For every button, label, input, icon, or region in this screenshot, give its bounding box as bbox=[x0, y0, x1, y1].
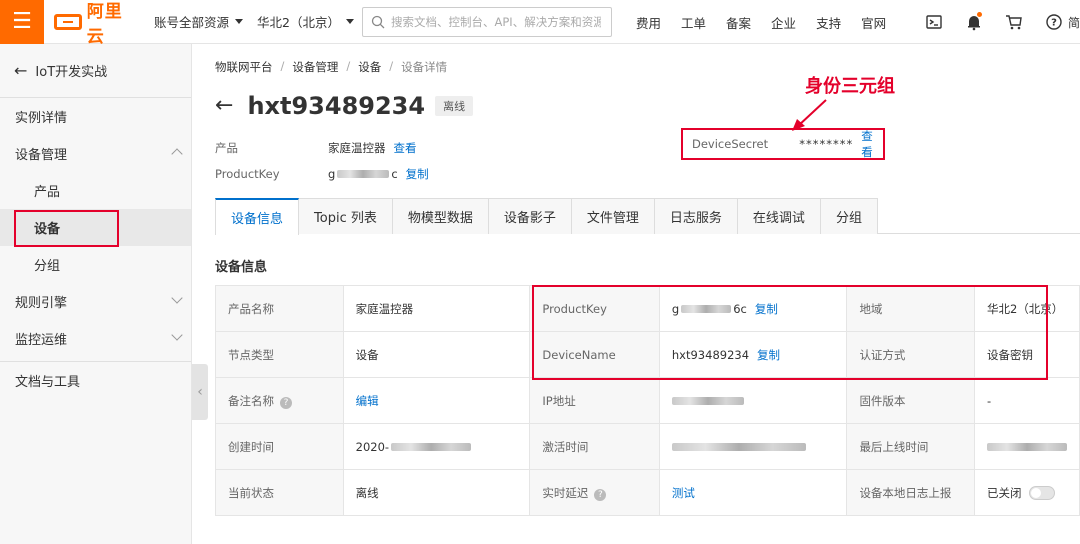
meta-product: 产品 家庭温控器 查看 bbox=[215, 140, 417, 156]
back-arrow-icon[interactable]: ← bbox=[215, 95, 233, 117]
tab-online-debug[interactable]: 在线调试 bbox=[737, 198, 821, 234]
terminal-button[interactable] bbox=[914, 0, 954, 44]
breadcrumb: 物联网平台 / 设备管理 / 设备 / 设备详情 bbox=[215, 59, 448, 75]
menu-button[interactable]: ☰ bbox=[0, 0, 44, 44]
masked-value bbox=[671, 443, 806, 451]
chevron-down-icon bbox=[171, 292, 183, 304]
tab-file-management[interactable]: 文件管理 bbox=[571, 198, 655, 234]
notification-button[interactable] bbox=[954, 0, 994, 44]
sidebar-item-docs-tools[interactable]: 文档与工具 bbox=[0, 362, 191, 399]
top-icons: ? bbox=[914, 0, 1074, 44]
hamburger-icon: ☰ bbox=[12, 8, 32, 34]
back-arrow-icon: ← bbox=[14, 61, 28, 80]
annotation-identity-triplet: 身份三元组 bbox=[805, 76, 895, 97]
view-product-link[interactable]: 查看 bbox=[394, 140, 417, 156]
local-log-toggle[interactable] bbox=[1029, 486, 1056, 500]
table-row: 创建时间 2020- 激活时间 最后上线时间 bbox=[215, 423, 1080, 470]
top-link-support[interactable]: 支持 bbox=[816, 13, 841, 32]
sidebar-item-rule-engine[interactable]: 规则引擎 bbox=[0, 283, 191, 320]
cart-icon bbox=[1006, 15, 1022, 30]
top-link-enterprise[interactable]: 企业 bbox=[771, 13, 796, 32]
table-row: 当前状态 离线 实时延迟? 测试 设备本地日志上报 已关闭 bbox=[215, 469, 1080, 516]
breadcrumb-iot-platform[interactable]: 物联网平台 bbox=[215, 59, 273, 75]
help-icon[interactable]: ? bbox=[280, 396, 292, 409]
tab-device-info[interactable]: 设备信息 bbox=[215, 198, 300, 235]
tab-thing-model-data[interactable]: 物模型数据 bbox=[392, 198, 489, 234]
tab-log-service[interactable]: 日志服务 bbox=[654, 198, 738, 234]
masked-value bbox=[337, 170, 390, 178]
svg-text:?: ? bbox=[1051, 18, 1057, 29]
masked-value bbox=[391, 443, 472, 451]
copy-productkey-link[interactable]: 复制 bbox=[406, 166, 429, 182]
chevron-up-icon bbox=[171, 148, 183, 160]
sidebar-item-monitoring[interactable]: 监控运维 bbox=[0, 320, 191, 357]
sidebar-collapse-handle[interactable]: ‹ bbox=[192, 364, 208, 420]
region-dropdown[interactable]: 华北2（北京） bbox=[257, 12, 354, 31]
test-latency-link[interactable]: 测试 bbox=[672, 486, 695, 500]
tab-device-shadow[interactable]: 设备影子 bbox=[488, 198, 572, 234]
device-secret-value: ******** bbox=[799, 137, 854, 151]
language-switch[interactable]: 简 bbox=[1068, 14, 1080, 31]
cart-button[interactable] bbox=[994, 0, 1034, 44]
table-row: 备注名称? 编辑 IP地址 固件版本 - bbox=[215, 377, 1080, 424]
top-link-official[interactable]: 官网 bbox=[861, 13, 886, 32]
masked-value bbox=[986, 443, 1067, 451]
caret-down-icon bbox=[345, 19, 354, 24]
annotation-arrow-icon bbox=[792, 99, 827, 131]
top-link-icp[interactable]: 备案 bbox=[726, 13, 751, 32]
terminal-icon bbox=[926, 15, 942, 29]
sidebar-back[interactable]: ← IoT开发实战 bbox=[0, 44, 191, 98]
highlight-box-triplet bbox=[532, 285, 1048, 380]
top-link-ticket[interactable]: 工单 bbox=[681, 13, 706, 32]
view-secret-link[interactable]: 查看 bbox=[861, 128, 883, 160]
edit-remark-link[interactable]: 编辑 bbox=[356, 394, 379, 408]
sidebar-item-instance-detail[interactable]: 实例详情 bbox=[0, 98, 191, 135]
page-title: hxt93489234 bbox=[247, 92, 426, 120]
search-input[interactable] bbox=[391, 15, 601, 29]
chevron-down-icon bbox=[171, 329, 183, 341]
top-link-billing[interactable]: 费用 bbox=[636, 13, 661, 32]
breadcrumb-device[interactable]: 设备 bbox=[358, 59, 381, 75]
notification-dot bbox=[977, 12, 982, 17]
status-badge: 离线 bbox=[435, 96, 474, 116]
tab-topic-list[interactable]: Topic 列表 bbox=[299, 198, 393, 234]
question-icon: ? bbox=[1046, 14, 1062, 30]
aliyun-logo[interactable]: 阿里云 bbox=[54, 0, 140, 47]
chevron-left-icon: ‹ bbox=[197, 384, 203, 400]
section-title: 设备信息 bbox=[215, 260, 268, 275]
search-box[interactable] bbox=[362, 7, 612, 37]
sidebar-item-device-management[interactable]: 设备管理 bbox=[0, 135, 191, 172]
aliyun-logo-icon bbox=[54, 13, 82, 30]
help-icon[interactable]: ? bbox=[594, 488, 607, 501]
tab-bar: 设备信息 Topic 列表 物模型数据 设备影子 文件管理 日志服务 在线调试 … bbox=[215, 198, 1080, 235]
search-icon bbox=[371, 15, 385, 29]
sidebar: ← IoT开发实战 实例详情 设备管理 产品 设备 分组 规则引擎 监控运维 文… bbox=[0, 44, 192, 544]
tab-group[interactable]: 分组 bbox=[820, 198, 878, 234]
sidebar-item-product[interactable]: 产品 bbox=[0, 172, 191, 209]
breadcrumb-device-management[interactable]: 设备管理 bbox=[292, 59, 338, 75]
masked-value bbox=[671, 397, 744, 405]
device-secret-box: DeviceSecret ******** 查看 bbox=[681, 128, 885, 160]
meta-productkey: ProductKey g c 复制 bbox=[215, 166, 429, 182]
highlight-box-device-nav bbox=[14, 210, 119, 247]
sidebar-item-group[interactable]: 分组 bbox=[0, 246, 191, 283]
caret-down-icon bbox=[235, 19, 244, 24]
top-links: 费用 工单 备案 企业 支持 官网 bbox=[636, 0, 906, 44]
top-bar: ☰ 阿里云 账号全部资源 华北2（北京） 费用 工单 备案 企业 支持 官网 ? bbox=[0, 0, 1080, 47]
page-title-row: ← hxt93489234 离线 bbox=[215, 92, 474, 120]
breadcrumb-device-detail: 设备详情 bbox=[401, 60, 448, 74]
account-scope-dropdown[interactable]: 账号全部资源 bbox=[154, 12, 244, 31]
